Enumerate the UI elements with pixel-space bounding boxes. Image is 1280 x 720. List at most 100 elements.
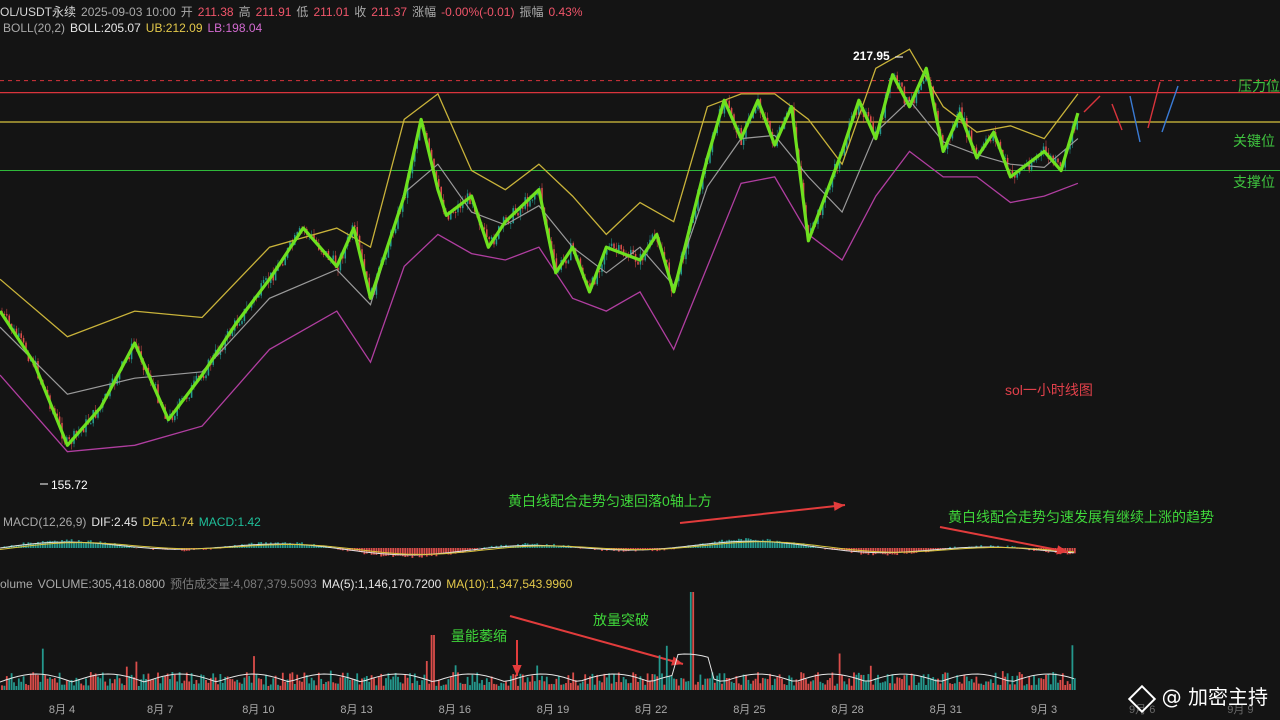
symbol-label[interactable]: OL/USDT永续 <box>0 5 76 19</box>
volume-bar <box>929 678 932 690</box>
macd-histogram-bar <box>737 538 740 548</box>
projection-stroke <box>1083 95 1101 113</box>
volume-bar <box>10 673 13 690</box>
volume-bar <box>305 675 308 690</box>
volume-bar <box>886 674 889 690</box>
volume-bar <box>982 684 985 690</box>
volume-bar <box>375 685 378 690</box>
volume-bar <box>411 683 414 690</box>
macd-histogram-bar <box>860 548 863 555</box>
volume-bar <box>838 653 841 690</box>
brand-logo-icon <box>1127 684 1156 713</box>
volume-bar <box>49 677 51 690</box>
volume-bar <box>193 683 195 690</box>
macd-histogram-bar <box>896 548 899 556</box>
volume-bar <box>505 681 507 690</box>
x-tick-label: 8月 13 <box>340 704 372 716</box>
volume-bar <box>545 676 548 690</box>
resistance-label: 压力位 <box>1238 78 1280 94</box>
volume-bar <box>476 672 479 690</box>
volume-bar <box>269 684 272 690</box>
volume-bar <box>435 685 438 690</box>
volume-bar <box>358 684 361 690</box>
volume-bar <box>970 679 973 690</box>
macd-histogram-bar <box>418 548 421 558</box>
volume-bar <box>469 685 471 690</box>
volume-bar <box>5 676 8 690</box>
volume-bar <box>231 679 234 690</box>
volume-bar <box>389 679 392 690</box>
volume-bar <box>704 678 707 690</box>
amp-value: 0.43% <box>548 5 583 19</box>
candle-body <box>394 228 397 234</box>
volume-bar <box>157 672 159 690</box>
volume-bar <box>749 683 752 690</box>
volume-bar <box>694 684 697 690</box>
est-volume-value: 预估成交量:4,087,379.5093 <box>170 577 317 591</box>
volume-bar <box>397 676 399 690</box>
volume-bar <box>718 673 721 690</box>
macd-histogram-bar <box>483 547 486 548</box>
volume-bar <box>22 676 25 690</box>
volume-bar <box>464 683 467 690</box>
volume-bar <box>77 679 80 690</box>
volume-bar <box>565 683 567 690</box>
volume-bar <box>677 685 680 690</box>
volume-bar <box>478 683 481 690</box>
volume-bar <box>334 683 337 690</box>
volume-bar <box>857 672 860 690</box>
volume-bar <box>745 674 747 690</box>
volume-bar <box>603 673 606 690</box>
candle-body <box>188 397 190 399</box>
volume-bar <box>245 672 248 690</box>
x-tick-label: 8月 16 <box>439 704 471 716</box>
volume-bar <box>125 666 128 690</box>
volume-bar <box>466 676 469 690</box>
volume-bar <box>735 676 738 690</box>
volume-bar <box>56 682 59 690</box>
volume-bar <box>562 684 565 690</box>
macd-histogram-bar <box>464 548 467 552</box>
low-label: 低 <box>296 5 309 19</box>
volume-bar <box>560 684 563 690</box>
volume-bar <box>104 681 107 690</box>
macd-histogram-bar <box>435 548 438 557</box>
volume-bar <box>824 684 827 690</box>
candle-body <box>601 264 603 272</box>
macd-histogram-bar <box>884 548 887 555</box>
volume-bar <box>509 675 512 690</box>
volume-bar <box>514 674 517 690</box>
x-tick-label: 9月 3 <box>1031 704 1057 716</box>
volume-bar <box>771 685 774 690</box>
volume-bar <box>855 674 858 690</box>
macd-histogram-bar <box>913 548 915 554</box>
volume-bar <box>985 681 987 690</box>
volume-bar <box>1023 685 1026 690</box>
volume-bar <box>1066 681 1069 690</box>
datetime-label: 2025-09-03 10:00 <box>81 5 176 19</box>
volume-bar <box>149 680 152 690</box>
volume-bar <box>490 676 493 690</box>
volume-label[interactable]: olume <box>0 577 33 591</box>
boll-label[interactable]: BOLL(20,2) <box>3 21 65 35</box>
macd-label[interactable]: MACD(12,26,9) <box>3 515 86 529</box>
volume-bar <box>310 677 313 690</box>
volume-bar <box>344 677 347 690</box>
volume-bar <box>682 678 685 690</box>
volume-bar <box>195 679 198 690</box>
macd-histogram-bar <box>411 548 414 558</box>
volume-bar <box>377 676 380 690</box>
volume-bar <box>605 677 608 690</box>
volume-bar <box>1064 684 1067 690</box>
volume-bar <box>382 685 385 690</box>
candle-body <box>637 261 639 265</box>
volume-bar <box>65 680 68 690</box>
volume-bar <box>807 683 810 690</box>
chart-stage: 8月 4 8月 7 8月 10 8月 13 8月 16 8月 19 8月 22 8月 25 8月… <box>0 0 1280 720</box>
candle-body <box>332 255 334 260</box>
volume-bar <box>1040 678 1043 690</box>
volume-bar <box>706 678 709 690</box>
volume-bar <box>615 682 618 690</box>
volume-bar <box>58 672 61 690</box>
volume-bar <box>773 678 776 690</box>
